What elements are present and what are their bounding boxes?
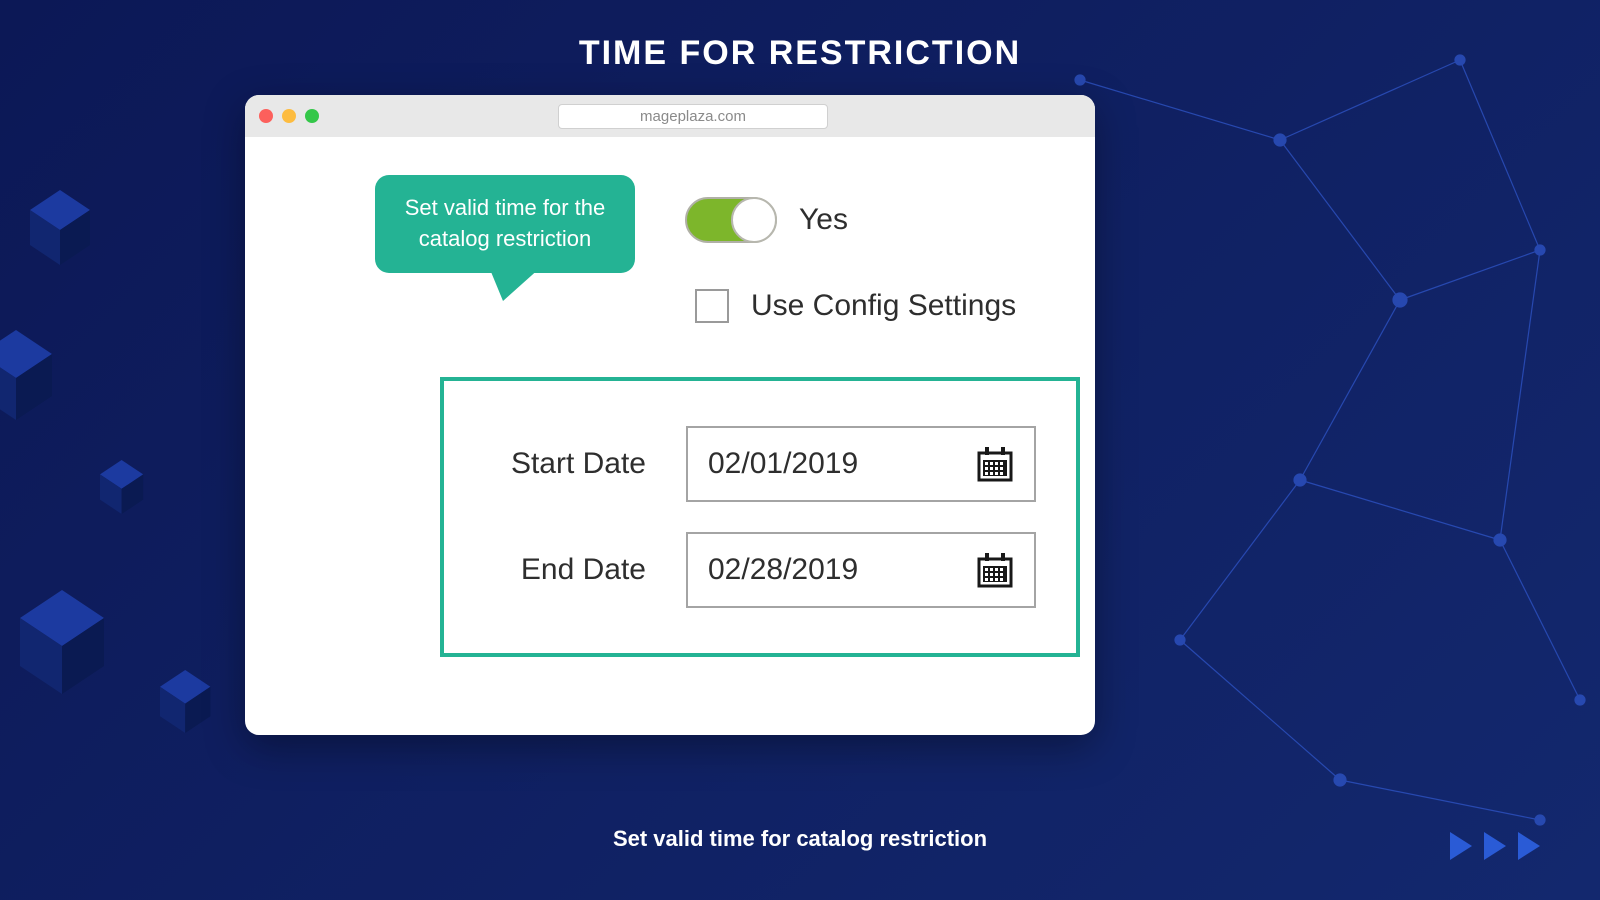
use-config-label: Use Config Settings bbox=[751, 289, 1016, 323]
calendar-icon[interactable] bbox=[976, 446, 1014, 482]
page-subcaption: Set valid time for catalog restriction bbox=[0, 826, 1600, 852]
window-minimize-dot[interactable] bbox=[282, 109, 296, 123]
start-date-label: Start Date bbox=[476, 447, 646, 481]
browser-window: mageplaza.com Set valid time for the cat… bbox=[245, 95, 1095, 735]
address-bar[interactable]: mageplaza.com bbox=[558, 104, 828, 129]
browser-content: Set valid time for the catalog restricti… bbox=[245, 137, 1095, 735]
page-title: TIME FOR RESTRICTION bbox=[0, 0, 1600, 73]
end-date-value: 02/28/2019 bbox=[708, 553, 858, 587]
tooltip-bubble: Set valid time for the catalog restricti… bbox=[375, 175, 635, 273]
window-maximize-dot[interactable] bbox=[305, 109, 319, 123]
window-close-dot[interactable] bbox=[259, 109, 273, 123]
use-config-row: Use Config Settings bbox=[695, 289, 1016, 323]
calendar-icon[interactable] bbox=[976, 552, 1014, 588]
cubes-graphic bbox=[0, 130, 280, 770]
tooltip-text: Set valid time for the catalog restricti… bbox=[405, 195, 606, 251]
end-date-input[interactable]: 02/28/2019 bbox=[686, 532, 1036, 608]
browser-chrome: mageplaza.com bbox=[245, 95, 1095, 137]
start-date-input[interactable]: 02/01/2019 bbox=[686, 426, 1036, 502]
enable-toggle-label: Yes bbox=[799, 203, 848, 237]
start-date-row: Start Date 02/01/2019 bbox=[476, 426, 1044, 502]
date-range-box: Start Date 02/01/2019 bbox=[440, 377, 1080, 657]
enable-toggle-row: Yes bbox=[685, 197, 848, 243]
tooltip-tail bbox=[489, 267, 541, 301]
end-date-label: End Date bbox=[476, 553, 646, 587]
start-date-value: 02/01/2019 bbox=[708, 447, 858, 481]
use-config-checkbox[interactable] bbox=[695, 289, 729, 323]
end-date-row: End Date 02/28/2019 bbox=[476, 532, 1044, 608]
enable-toggle[interactable] bbox=[685, 197, 777, 243]
toggle-knob bbox=[731, 197, 777, 243]
